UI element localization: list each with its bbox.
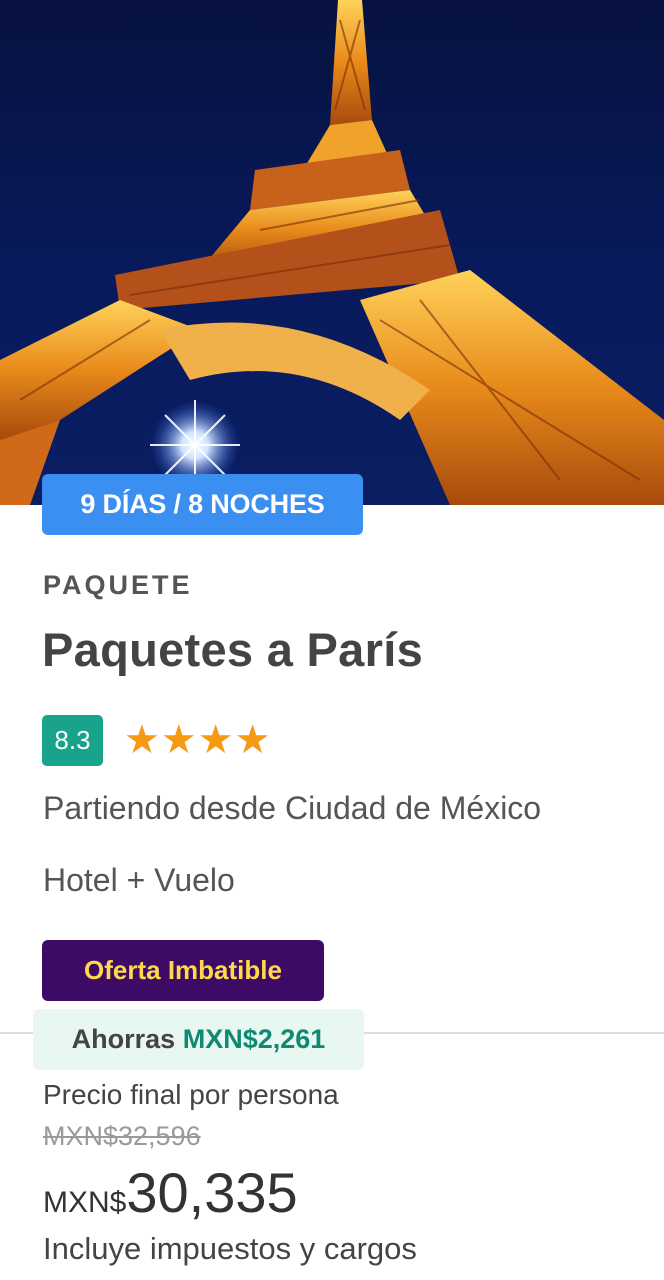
offer-tag: Oferta Imbatible bbox=[42, 940, 324, 1001]
rating-score-badge: 8.3 bbox=[42, 715, 103, 766]
savings-badge: Ahorras MXN$2,261 bbox=[33, 1009, 364, 1070]
old-price: MXN$32,596 bbox=[43, 1121, 201, 1151]
savings-label: Ahorras bbox=[71, 1024, 176, 1054]
origin-text: Partiendo desde Ciudad de México bbox=[43, 790, 542, 826]
eiffel-tower-illustration bbox=[0, 0, 664, 505]
hero-image[interactable] bbox=[0, 0, 664, 505]
price-label: Precio final por persona bbox=[43, 1079, 339, 1110]
currency-label: MXN$ bbox=[43, 1186, 127, 1219]
final-price: MXN$30,335 bbox=[43, 1160, 298, 1225]
product-type-text: Hotel + Vuelo bbox=[43, 862, 235, 898]
taxes-note: Incluye impuestos y cargos bbox=[43, 1231, 417, 1266]
star-rating-icons: ★★★★ bbox=[124, 718, 272, 762]
package-type-label: PAQUETE bbox=[43, 570, 193, 600]
savings-amount: MXN$2,261 bbox=[182, 1024, 326, 1054]
final-price-value: 30,335 bbox=[126, 1161, 298, 1224]
duration-badge: 9 DÍAS / 8 NOCHES bbox=[42, 474, 363, 535]
package-title[interactable]: Paquetes a París bbox=[42, 622, 423, 677]
